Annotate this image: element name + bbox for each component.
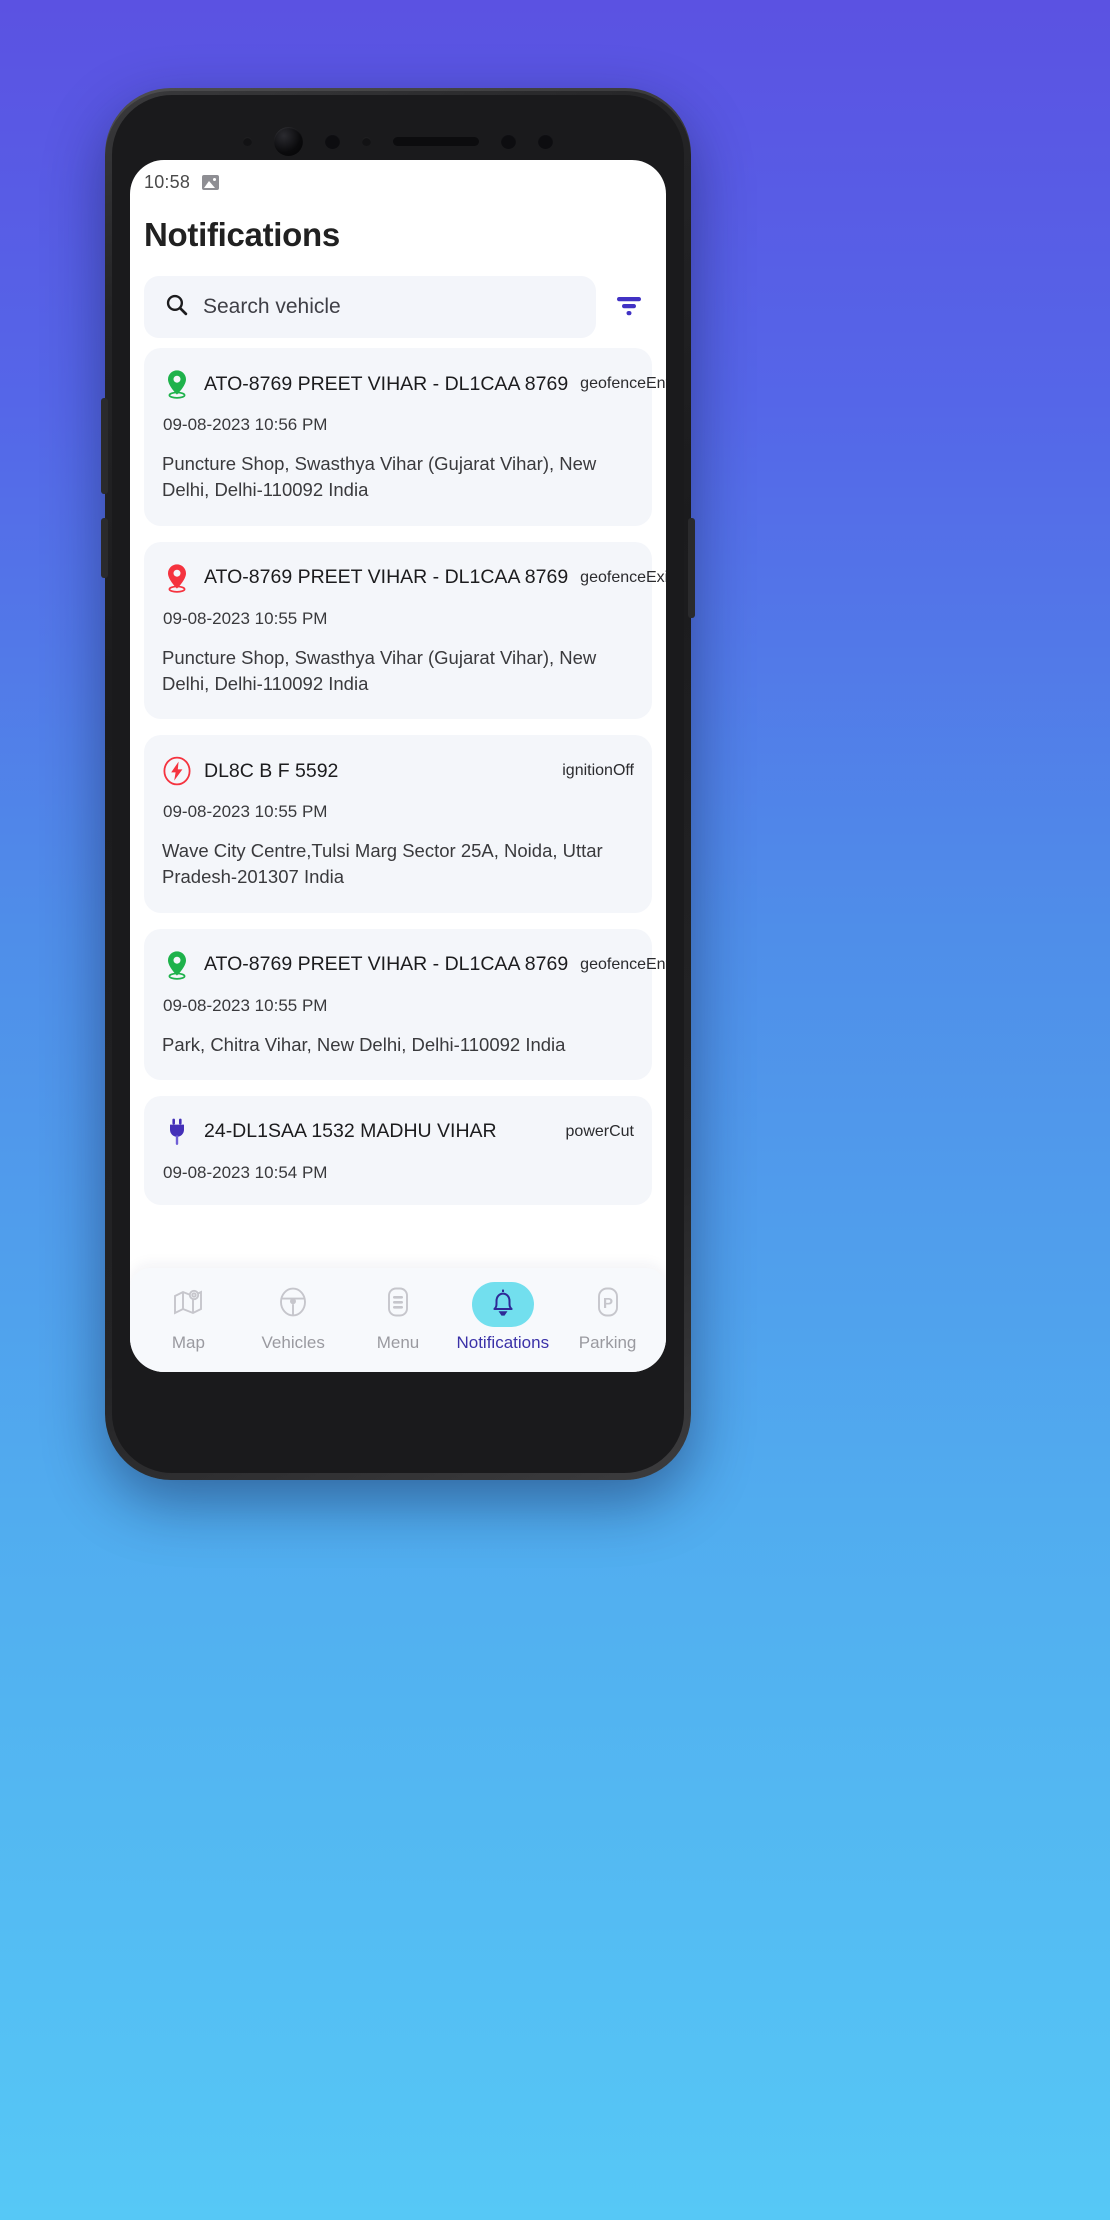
notification-title: DL8C B F 5592 [204,759,339,782]
svg-text:P: P [603,1295,613,1312]
nav-item-parking[interactable]: P Parking [559,1282,657,1353]
phone-screen: 10:58 Notifications Search vehicle ATO-8… [130,160,666,1372]
nav-label: Vehicles [261,1332,325,1352]
notification-timestamp: 09-08-2023 10:55 PM [163,802,328,822]
notification-card[interactable]: ATO-8769 PREET VIHAR - DL1CAA 8769 geofe… [144,541,666,720]
notification-title: ATO-8769 PREET VIHAR - DL1CAA 8769 [204,566,569,589]
notification-address: Puncture Shop, Swasthya Vihar (Gujarat V… [162,453,597,501]
notification-list[interactable]: ATO-8769 PREET VIHAR - DL1CAA 8769 geofe… [130,338,666,1205]
map-pin-route-icon [171,1285,205,1324]
nav-item-map[interactable]: Map [139,1282,237,1353]
notification-type-badge: ignitionOff [562,762,634,780]
nav-label: Parking [578,1332,637,1352]
notification-card-header: DL8C B F 5592 ignitionOff [162,754,634,788]
status-bar-clock: 10:58 [144,171,191,192]
notification-address: Park, Chitra Vihar, New Delhi, Delhi-110… [162,1033,566,1055]
notification-timestamp: 09-08-2023 10:55 PM [163,608,328,628]
notification-title: ATO-8769 PREET VIHAR - DL1CAA 8769 [204,372,569,395]
notification-type-badge: geofenceEnter [580,955,666,973]
bottom-navigation-bar: Map Vehicles Menu Notifications P Parkin… [130,1268,666,1372]
notification-timestamp: 09-08-2023 10:56 PM [163,415,328,434]
notification-card[interactable]: ATO-8769 PREET VIHAR - DL1CAA 8769 geofe… [144,348,666,526]
power-button[interactable] [688,518,695,618]
nav-item-notifications[interactable]: Notifications [454,1281,552,1353]
volume-up-button[interactable] [101,398,108,494]
status-bar: 10:58 [130,160,666,198]
volume-down-button[interactable] [101,518,108,578]
search-input[interactable]: Search vehicle [144,276,596,338]
filter-icon [613,292,645,323]
filter-button[interactable] [606,279,652,335]
notification-card[interactable]: ATO-8769 PREET VIHAR - DL1CAA 8769 geofe… [144,928,666,1080]
notification-card-header: ATO-8769 PREET VIHAR - DL1CAA 8769 geofe… [162,367,666,401]
location-pin-icon [162,561,192,595]
notification-type-badge: geofenceEnter [580,375,666,392]
nav-item-menu[interactable]: Menu [349,1282,447,1353]
active-tab-pill [471,1281,534,1327]
nav-label: Menu [376,1332,420,1352]
notification-type-badge: powerCut [565,1122,634,1140]
phone-device-frame: 10:58 Notifications Search vehicle ATO-8… [101,88,695,1480]
bell-icon [488,1286,518,1323]
list-menu-icon [381,1285,415,1324]
notification-title: 24-DL1SAA 1532 MADHU VIHAR [204,1120,497,1143]
notification-address: Puncture Shop, Swasthya Vihar (Gujarat V… [162,646,597,694]
location-pin-icon [162,367,192,401]
notification-timestamp: 09-08-2023 10:55 PM [163,995,328,1015]
nav-item-vehicles[interactable]: Vehicles [244,1282,342,1353]
notification-card[interactable]: DL8C B F 5592 ignitionOff 09-08-2023 10:… [144,735,652,913]
nav-label: Map [171,1332,205,1352]
notification-card[interactable]: 24-DL1SAA 1532 MADHU VIHAR powerCut 09-0… [144,1095,652,1205]
ignition-bolt-icon [162,754,192,788]
notification-type-badge: geofenceExit [580,568,666,586]
notification-address: Wave City Centre,Tulsi Marg Sector 25A, … [162,840,603,888]
notification-card-header: ATO-8769 PREET VIHAR - DL1CAA 8769 geofe… [162,561,666,595]
page-title: Notifications [144,216,340,253]
parking-p-icon: P [592,1285,624,1324]
power-plug-icon [162,1115,192,1149]
notification-card-header: 24-DL1SAA 1532 MADHU VIHAR powerCut [162,1115,634,1149]
search-icon [164,292,189,322]
notification-title: ATO-8769 PREET VIHAR - DL1CAA 8769 [204,953,569,976]
location-pin-icon [162,948,192,982]
image-icon [202,174,220,190]
nav-label: Notifications [456,1332,550,1352]
steering-wheel-icon [276,1285,310,1324]
notification-timestamp: 09-08-2023 10:54 PM [163,1162,328,1182]
notification-card-header: ATO-8769 PREET VIHAR - DL1CAA 8769 geofe… [162,948,666,982]
search-placeholder: Search vehicle [203,295,341,318]
search-row: Search vehicle [130,254,666,338]
